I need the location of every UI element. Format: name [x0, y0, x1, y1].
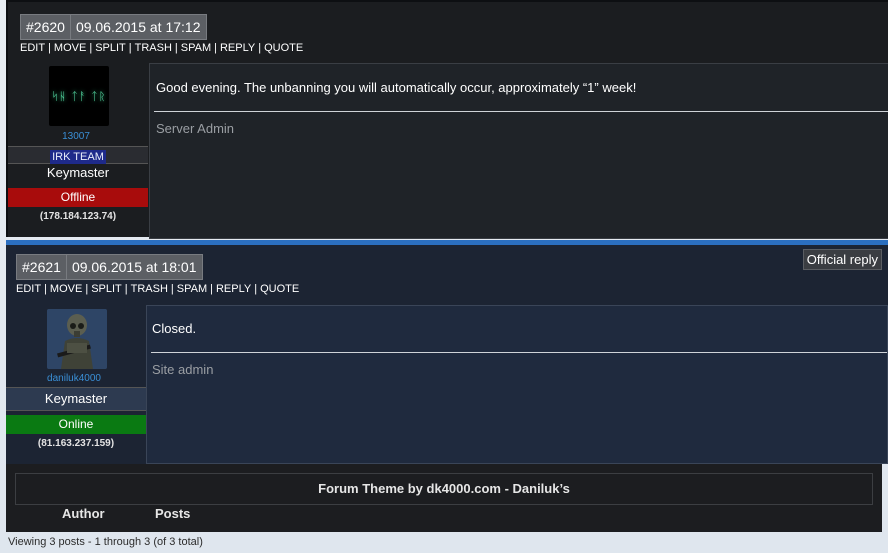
trash-link[interactable]: TRASH	[135, 42, 172, 54]
topic-footer: Forum Theme by dk4000.com - Daniluk’s Au…	[6, 464, 882, 532]
post-signature: Server Admin	[156, 121, 235, 136]
column-posts: Posts	[155, 506, 191, 521]
edit-link[interactable]: EDIT	[20, 42, 45, 54]
author-role: Keymaster	[44, 391, 108, 406]
trash-link[interactable]: TRASH	[131, 283, 168, 295]
team-badge: IRK TEAM	[50, 150, 106, 164]
post-signature: Site admin	[152, 362, 214, 377]
move-link[interactable]: MOVE	[50, 283, 82, 295]
post-datetime: 09.06.2015 at 18:01	[66, 254, 203, 280]
spam-link[interactable]: SPAM	[177, 283, 207, 295]
post-content: Good evening. The unbanning you will aut…	[149, 63, 888, 239]
split-link[interactable]: SPLIT	[91, 283, 122, 295]
author-name[interactable]: daniluk4000	[4, 373, 144, 384]
reply-link[interactable]: REPLY	[216, 283, 251, 295]
theme-credit[interactable]: Forum Theme by dk4000.com - Daniluk’s	[15, 473, 873, 505]
move-link[interactable]: MOVE	[54, 42, 86, 54]
reply-link[interactable]: REPLY	[220, 42, 255, 54]
forum-post: Official reply #2621 09.06.2015 at 18:01…	[6, 240, 888, 464]
post-message: Closed.	[152, 321, 197, 336]
column-author: Author	[62, 506, 105, 521]
avatar[interactable]	[47, 309, 107, 369]
spam-link[interactable]: SPAM	[181, 42, 211, 54]
soldier-avatar-icon	[47, 309, 107, 369]
post-actions: EDIT | MOVE | SPLIT | TRASH | SPAM | REPLY | QUOTE	[16, 283, 300, 295]
quote-link[interactable]: QUOTE	[260, 283, 299, 295]
author-role: Keymaster	[46, 165, 110, 180]
team-row: IRK TEAM	[8, 146, 148, 164]
author-id[interactable]: 13007	[6, 131, 146, 142]
quote-link[interactable]: QUOTE	[264, 42, 303, 54]
post-number[interactable]: #2621	[16, 254, 67, 280]
split-link[interactable]: SPLIT	[95, 42, 126, 54]
edit-link[interactable]: EDIT	[16, 283, 41, 295]
forum-post: #2620 09.06.2015 at 17:12 EDIT | MOVE | SPLI…	[6, 0, 888, 239]
post-meta: #2620 09.06.2015 at 17:12	[20, 14, 207, 40]
post-number[interactable]: #2620	[20, 14, 71, 40]
official-reply-badge: Official reply	[802, 249, 882, 270]
author-ip: (178.184.123.74)	[39, 211, 117, 222]
author-ip: (81.163.237.159)	[37, 438, 115, 449]
avatar-glyphs: ᛋᚺ ᛏᚨ ᛏᚱ	[51, 89, 107, 103]
status-badge: Online	[6, 415, 146, 434]
signature-divider	[151, 352, 887, 353]
post-actions: EDIT | MOVE | SPLIT | TRASH | SPAM | REPLY | QUOTE	[20, 42, 304, 54]
post-meta: #2621 09.06.2015 at 18:01	[16, 254, 203, 280]
status-badge: Offline	[8, 188, 148, 207]
viewing-count: Viewing 3 posts - 1 through 3 (of 3 tota…	[8, 536, 203, 548]
post-message: Good evening. The unbanning you will aut…	[156, 80, 637, 95]
post-content: Closed. Site admin	[146, 305, 888, 464]
avatar[interactable]: ᛋᚺ ᛏᚨ ᛏᚱ	[49, 66, 109, 126]
post-datetime: 09.06.2015 at 17:12	[70, 14, 207, 40]
signature-divider	[154, 111, 888, 112]
